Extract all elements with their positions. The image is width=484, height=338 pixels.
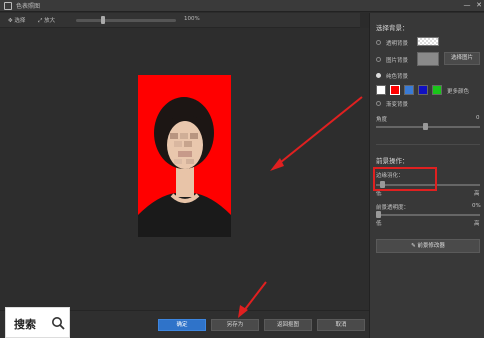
annotation-arrows xyxy=(238,96,363,318)
